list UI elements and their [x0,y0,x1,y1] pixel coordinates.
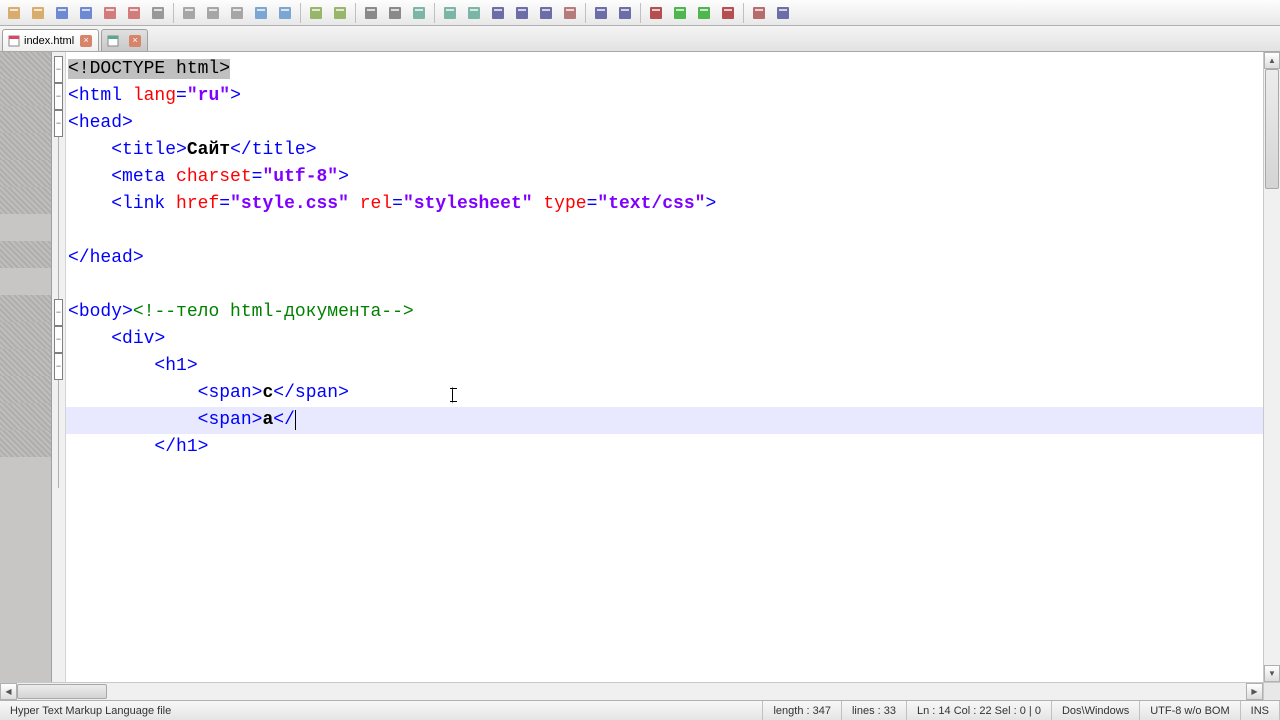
file-icon [7,34,21,48]
code-line[interactable] [66,272,1263,299]
copy-button[interactable] [202,2,224,24]
status-encoding[interactable]: UTF-8 w/o BOM [1140,701,1240,720]
indent-guide-button[interactable] [487,2,509,24]
code-line[interactable]: <div> [66,326,1263,353]
horizontal-scrollbar[interactable]: ◀ ▶ [0,682,1280,700]
status-insert-mode[interactable]: INS [1241,701,1280,720]
code-line[interactable]: <h1> [66,353,1263,380]
code-line[interactable]: </h1> [66,434,1263,461]
close-all-button[interactable] [123,2,145,24]
fold-toggle-icon[interactable]: − [54,110,63,137]
func-list-button[interactable] [614,2,636,24]
code-line[interactable]: <!DOCTYPE html> [66,56,1263,83]
file-icon [106,34,120,48]
status-length: length : 347 [763,701,842,720]
scroll-right-arrow-icon[interactable]: ▶ [1246,683,1263,700]
doc-switcher-button[interactable] [772,2,794,24]
scroll-left-arrow-icon[interactable]: ◀ [0,683,17,700]
open-button[interactable] [27,2,49,24]
status-filetype: Hyper Text Markup Language file [0,701,763,720]
fold-guide [58,218,59,245]
find-button[interactable] [305,2,327,24]
show-all-button[interactable] [463,2,485,24]
save-all-button[interactable] [75,2,97,24]
code-editor[interactable]: <!DOCTYPE html><html lang="ru"><head> <t… [66,52,1263,682]
vscroll-thumb[interactable] [1265,69,1279,189]
stop-macro-button[interactable] [717,2,739,24]
new-button[interactable] [3,2,25,24]
fold-guide [58,164,59,191]
text-caret [295,410,296,430]
fold-toggle-icon[interactable]: − [54,353,63,380]
tab-bar: index.html × × [0,26,1280,52]
close-button[interactable] [99,2,121,24]
replace-button[interactable] [329,2,351,24]
cut-button[interactable] [178,2,200,24]
tab-close-icon[interactable]: × [80,35,92,47]
code-line[interactable]: <link href="style.css" rel="stylesheet" … [66,191,1263,218]
redo-button[interactable] [274,2,296,24]
save-button[interactable] [51,2,73,24]
paste-button[interactable] [226,2,248,24]
status-bar: Hyper Text Markup Language file length :… [0,700,1280,720]
fold-guide [58,461,59,488]
code-line[interactable]: <span>а</ [66,407,1263,434]
scroll-corner [1263,683,1280,700]
doc-map-button[interactable] [590,2,612,24]
status-lines: lines : 33 [842,701,907,720]
sync-button[interactable] [408,2,430,24]
run-macro-button[interactable] [693,2,715,24]
file-tab-0[interactable]: index.html × [2,29,99,51]
scroll-up-arrow-icon[interactable]: ▲ [1264,52,1280,69]
scroll-down-arrow-icon[interactable]: ▼ [1264,665,1280,682]
hidden-chars-button[interactable] [559,2,581,24]
code-line[interactable] [66,461,1263,488]
code-line[interactable]: <body><!--тело html-документа--> [66,299,1263,326]
tab-close-icon[interactable]: × [129,35,141,47]
code-line[interactable]: <meta charset="utf-8"> [66,164,1263,191]
status-eol[interactable]: Dos\Windows [1052,701,1140,720]
play-macro-button[interactable] [669,2,691,24]
fold-toggle-icon[interactable]: − [54,326,63,353]
print-button[interactable] [147,2,169,24]
editor-area: −−−−−− <!DOCTYPE html><html lang="ru"><h… [0,52,1280,682]
code-line[interactable]: </head> [66,245,1263,272]
main-toolbar [0,0,1280,26]
fold-guide [58,191,59,218]
fold-guide [58,272,59,299]
fold-guide [58,380,59,407]
zoom-in-button[interactable] [360,2,382,24]
fold-toggle-icon[interactable]: − [54,56,63,83]
change-marker-margin [0,52,52,682]
fold-guide [58,407,59,434]
hscroll-thumb[interactable] [17,684,107,699]
fold-all-button[interactable] [511,2,533,24]
code-line[interactable]: <span>с</span> [66,380,1263,407]
fold-guide [58,245,59,272]
spell-check-button[interactable] [748,2,770,24]
vertical-scrollbar[interactable]: ▲ ▼ [1263,52,1280,682]
hscroll-track[interactable] [17,683,1246,700]
file-tab-1[interactable]: × [101,29,148,51]
undo-button[interactable] [250,2,272,24]
zoom-out-button[interactable] [384,2,406,24]
mouse-text-cursor-icon [452,386,453,404]
record-macro-button[interactable] [645,2,667,24]
tab-label: index.html [24,35,74,47]
fold-toggle-icon[interactable]: − [54,299,63,326]
fold-margin[interactable]: −−−−−− [52,52,66,682]
fold-guide [58,137,59,164]
fold-guide [58,434,59,461]
code-line[interactable]: <head> [66,110,1263,137]
word-wrap-button[interactable] [439,2,461,24]
code-line[interactable] [66,218,1263,245]
code-line[interactable]: <title>Сайт</title> [66,137,1263,164]
status-position: Ln : 14 Col : 22 Sel : 0 | 0 [907,701,1052,720]
code-line[interactable]: <html lang="ru"> [66,83,1263,110]
fold-toggle-icon[interactable]: − [54,83,63,110]
unfold-all-button[interactable] [535,2,557,24]
